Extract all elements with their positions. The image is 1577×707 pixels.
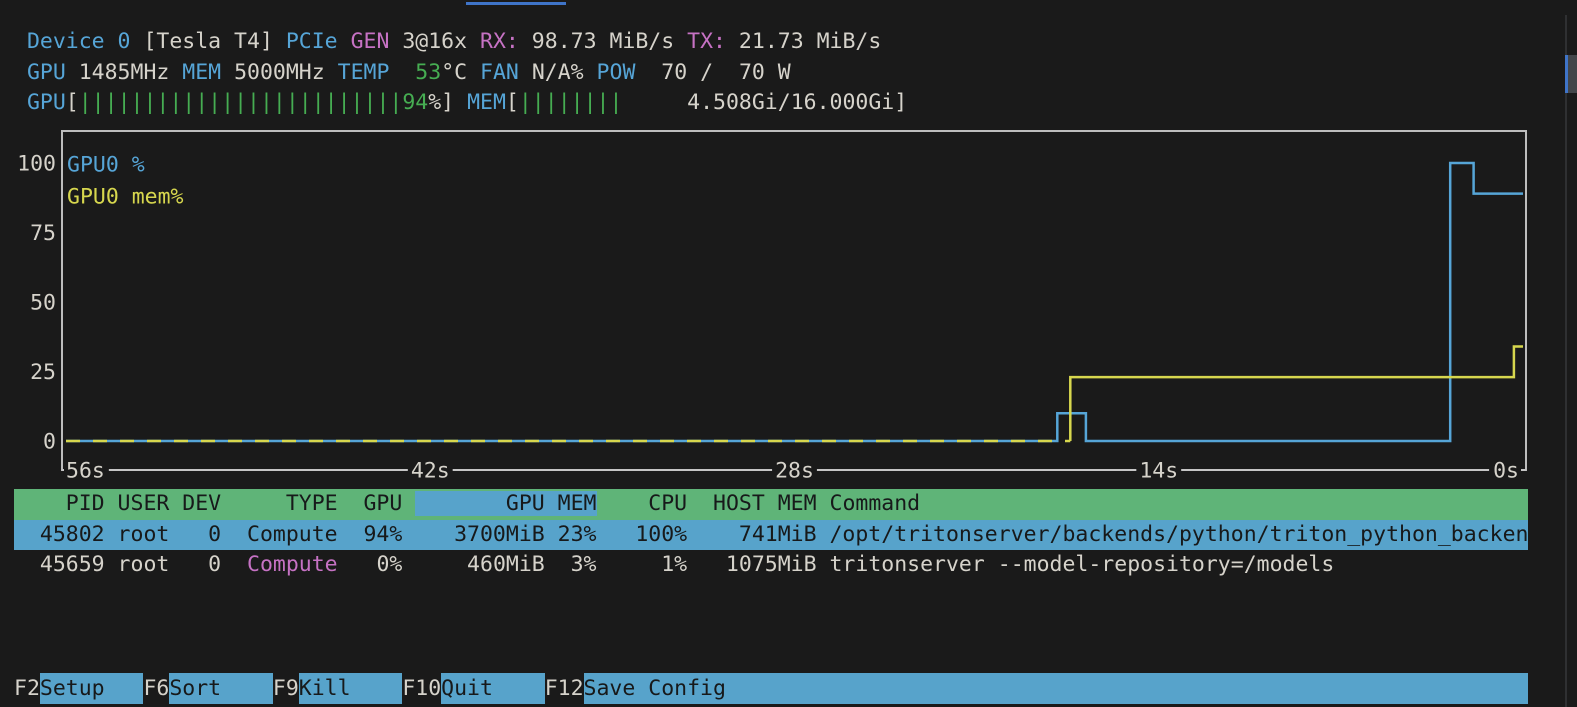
f10-key[interactable]: F10 xyxy=(402,673,441,704)
mem-gauge-bars: |||||||| xyxy=(519,90,623,115)
gpu-mem-line xyxy=(1070,347,1523,442)
gen-value: 3@16x xyxy=(389,29,467,54)
device-label: Device 0 xyxy=(14,29,131,54)
gpu-gauge-open-bracket: [ xyxy=(66,90,79,115)
scrollbar-track[interactable] xyxy=(1565,15,1567,707)
header-left-columns: PID USER DEV TYPE GPU xyxy=(14,491,415,516)
clock-temp-power-line: GPU 1485MHz MEM 5000MHz TEMP 53°C FAN N/… xyxy=(14,58,791,89)
gen-label: GEN xyxy=(338,29,390,54)
gpu-gauge-close-bracket: %] xyxy=(428,90,454,115)
chart-border xyxy=(62,131,1526,470)
mem-gauge-label: MEM xyxy=(454,90,506,115)
y-axis-tick-label: 75 xyxy=(30,221,56,246)
f2-key[interactable]: F2 xyxy=(14,673,40,704)
power-value: 70 / 70 W xyxy=(635,60,790,85)
save-config-button[interactable]: Save Config xyxy=(584,673,1528,704)
y-axis-tick-label: 0 xyxy=(43,430,56,455)
x-axis-tick-label: 28s xyxy=(775,459,814,484)
header-sort-column-gpu-mem[interactable]: GPU MEM xyxy=(415,491,596,516)
temp-unit: °C xyxy=(441,60,467,85)
gauges-line: GPU[|||||||||||||||||||||||||94%] MEM[||… xyxy=(14,88,907,119)
mem-gauge-open-bracket: [ xyxy=(506,90,519,115)
rx-value: 98.73 MiB/s xyxy=(519,29,674,54)
pcie-label: PCIe xyxy=(273,29,338,54)
x-axis-tick-label: 42s xyxy=(411,459,450,484)
f12-key[interactable]: F12 xyxy=(545,673,584,704)
gpu-gauge-percent: 94 xyxy=(402,90,428,115)
process-type-compute: Compute xyxy=(247,552,338,577)
sort-button[interactable]: Sort xyxy=(169,673,273,704)
process-row-pre: 45659 root 0 xyxy=(14,552,247,577)
fan-label: FAN xyxy=(467,60,519,85)
rx-label: RX: xyxy=(467,29,519,54)
y-axis-tick-label: 100 xyxy=(17,152,56,177)
legend-entry: GPU0 % xyxy=(67,153,145,178)
function-key-bar: F2SetupF6SortF9KillF10QuitF12Save Config xyxy=(14,673,1528,704)
gpu-clock-value: 1485MHz xyxy=(66,60,170,85)
legend-entry: GPU0 mem% xyxy=(67,185,184,210)
kill-button[interactable]: Kill xyxy=(299,673,403,704)
y-axis-tick-label: 50 xyxy=(30,291,56,316)
terminal-screen: Device 0 [Tesla T4] PCIe GEN 3@16x RX: 9… xyxy=(0,0,1577,707)
process-row-text: 45802 root 0 Compute 94% 3700MiB 23% 100… xyxy=(14,522,1528,547)
mem-gauge-value: 4.508Gi/16.000Gi] xyxy=(622,90,907,115)
device-model: [Tesla T4] xyxy=(131,29,273,54)
f9-key[interactable]: F9 xyxy=(273,673,299,704)
process-table-header[interactable]: PID USER DEV TYPE GPU GPU MEM CPU HOST M… xyxy=(14,489,1528,520)
f6-key[interactable]: F6 xyxy=(143,673,169,704)
device-info-line: Device 0 [Tesla T4] PCIe GEN 3@16x RX: 9… xyxy=(14,27,881,58)
gpu-clock-label: GPU xyxy=(14,60,66,85)
process-row-post: 0% 460MiB 3% 1% 1075MiB tritonserver --m… xyxy=(338,552,1335,577)
process-table: PID USER DEV TYPE GPU GPU MEM CPU HOST M… xyxy=(14,489,1528,581)
x-axis-tick-label: 56s xyxy=(66,459,105,484)
power-label: POW xyxy=(584,60,636,85)
tx-value: 21.73 MiB/s xyxy=(726,29,881,54)
quit-button[interactable]: Quit xyxy=(441,673,545,704)
mem-clock-label: MEM xyxy=(169,60,221,85)
temp-value: 53 xyxy=(389,60,441,85)
active-tab-indicator xyxy=(466,2,566,5)
fan-value: N/A% xyxy=(519,60,584,85)
mem-clock-value: 5000MHz xyxy=(221,60,325,85)
gpu-gauge-label: GPU xyxy=(14,90,66,115)
header-right-columns: CPU HOST MEM Command xyxy=(597,491,921,516)
x-axis-tick-label: 14s xyxy=(1139,459,1178,484)
gpu-gauge-bars: ||||||||||||||||||||||||| xyxy=(79,90,403,115)
y-axis-tick-label: 25 xyxy=(30,360,56,385)
gpu-util-line xyxy=(66,163,1523,441)
x-axis-tick-label: 0s xyxy=(1493,459,1519,484)
setup-button[interactable]: Setup xyxy=(40,673,144,704)
temp-label: TEMP xyxy=(325,60,390,85)
gpu-history-chart: 0 25 50 75 100 56s 42s 28s 14s 0s GPU0 % GPU0 mem% xyxy=(0,125,1577,485)
table-row-selected[interactable]: 45802 root 0 Compute 94% 3700MiB 23% 100… xyxy=(14,520,1528,551)
tx-label: TX: xyxy=(674,29,726,54)
table-row[interactable]: 45659 root 0 Compute 0% 460MiB 3% 1% 107… xyxy=(14,550,1528,581)
scrollbar-thumb[interactable] xyxy=(1565,55,1577,93)
